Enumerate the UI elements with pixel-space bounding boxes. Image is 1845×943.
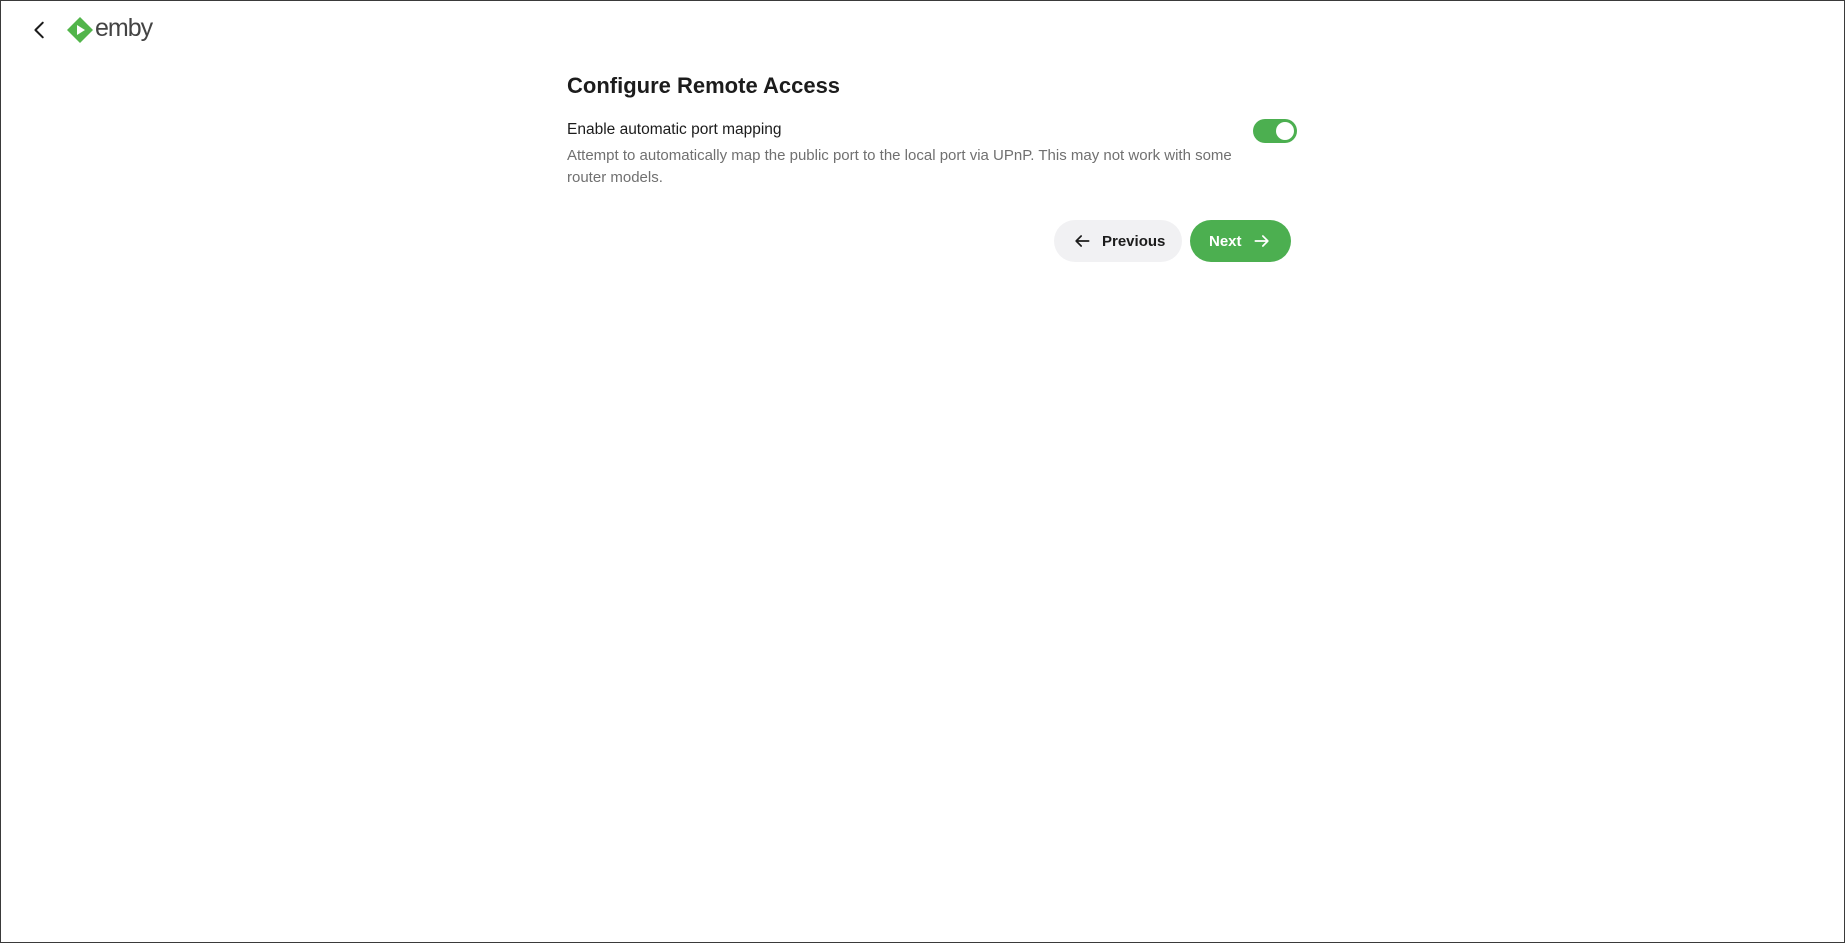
toggle-knob: [1276, 122, 1294, 140]
page-title: Configure Remote Access: [567, 73, 841, 98]
header: emby: [1, 1, 1844, 59]
arrow-right-icon: [1254, 235, 1269, 247]
port-mapping-toggle[interactable]: [1253, 119, 1297, 143]
main-content: Configure Remote Access Enable automatic…: [567, 71, 1297, 189]
app-window: emby Configure Remote Access Enable auto…: [0, 0, 1845, 943]
chevron-left-icon: [34, 21, 44, 39]
previous-button[interactable]: Previous: [1054, 220, 1182, 262]
port-mapping-setting: Enable automatic port mapping Attempt to…: [567, 119, 1297, 189]
emby-logo[interactable]: emby: [66, 14, 153, 46]
next-label: Next: [1209, 232, 1242, 250]
previous-label: Previous: [1102, 232, 1166, 250]
next-button[interactable]: Next: [1190, 220, 1291, 262]
port-mapping-label: Enable automatic port mapping: [567, 121, 782, 138]
arrow-left-icon: [1075, 235, 1090, 247]
emby-logo-icon: [67, 17, 93, 43]
back-button[interactable]: [23, 13, 57, 47]
wizard-buttons: Previous Next: [1054, 220, 1291, 262]
port-mapping-description: Attempt to automatically map the public …: [567, 147, 1232, 186]
logo-text: emby: [95, 14, 153, 42]
